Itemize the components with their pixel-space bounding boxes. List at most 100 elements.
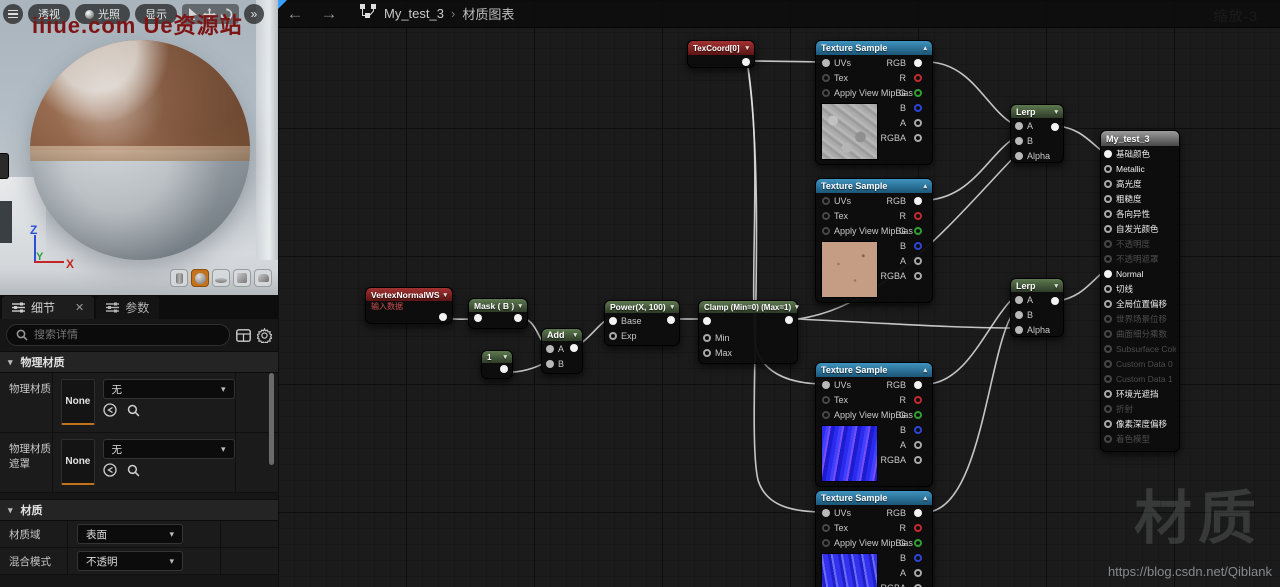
node-vertexnormalws[interactable]: VertexNormalWS▾ 输入数据 — [365, 287, 453, 324]
output-pin-g[interactable] — [914, 411, 922, 419]
chevron-down-icon[interactable]: ▾ — [444, 291, 448, 299]
input-pin-value[interactable] — [703, 317, 711, 325]
chevron-up-icon[interactable]: ▴ — [923, 494, 927, 502]
output-pin-r[interactable] — [914, 396, 922, 404]
breadcrumb-page[interactable]: 材质图表 — [462, 4, 514, 23]
output-pin-a[interactable] — [914, 257, 922, 265]
pin-specular[interactable] — [1104, 180, 1112, 188]
input-pin-tex[interactable] — [822, 212, 830, 220]
input-pin-mipbias[interactable] — [822, 539, 830, 547]
chevron-down-icon[interactable]: ▾ — [670, 303, 674, 311]
input-pin[interactable] — [474, 314, 482, 322]
input-pin-b[interactable] — [1015, 137, 1023, 145]
output-pin-rgba[interactable] — [914, 584, 922, 587]
node-texture-sample-2[interactable]: Texture Sample▴ UVs Tex Apply View MipBi… — [815, 178, 933, 303]
cube-preview-button[interactable] — [233, 269, 251, 287]
output-pin-g[interactable] — [914, 227, 922, 235]
material-domain-dropdown[interactable]: 表面▾ — [77, 524, 183, 544]
tab-parameters[interactable]: 参数 — [96, 296, 159, 319]
output-pin[interactable] — [570, 344, 578, 352]
asset-thumbnail[interactable]: None — [61, 379, 94, 425]
chevron-down-icon[interactable]: ▾ — [1054, 282, 1058, 290]
node-mask-b[interactable]: Mask ( B )▾ — [468, 298, 528, 329]
viewport-menu-button[interactable] — [3, 4, 23, 24]
output-pin[interactable] — [785, 316, 793, 324]
input-pin-a[interactable] — [1015, 122, 1023, 130]
input-pin-a[interactable] — [546, 345, 554, 353]
pin-pixel-depth-offset[interactable] — [1104, 420, 1112, 428]
input-pin-max[interactable] — [703, 349, 711, 357]
input-pin-uvs[interactable] — [822, 59, 830, 67]
pin-metallic[interactable] — [1104, 165, 1112, 173]
pin-tangent[interactable] — [1104, 285, 1112, 293]
node-clamp[interactable]: Clamp (Min=0) (Max=1)▾ Min Max — [698, 300, 798, 364]
details-scrollbar[interactable] — [269, 373, 274, 465]
output-pin[interactable] — [1051, 297, 1059, 305]
asset-dropdown[interactable]: 无▾ — [103, 439, 235, 459]
input-pin-mipbias[interactable] — [822, 89, 830, 97]
close-tab-icon[interactable]: ✕ — [75, 301, 84, 314]
pin-base-color[interactable] — [1104, 150, 1112, 158]
output-pin-rgba[interactable] — [914, 456, 922, 464]
custom-mesh-preview-button[interactable] — [254, 269, 272, 287]
output-pin[interactable] — [1051, 123, 1059, 131]
output-pin-a[interactable] — [914, 441, 922, 449]
pin-ambient-occlusion[interactable] — [1104, 390, 1112, 398]
blend-mode-dropdown[interactable]: 不透明▾ — [77, 551, 183, 571]
output-pin-a[interactable] — [914, 119, 922, 127]
browse-search-icon[interactable] — [127, 464, 140, 477]
browse-search-icon[interactable] — [127, 404, 140, 417]
chevron-down-icon[interactable]: ▾ — [518, 302, 522, 310]
input-pin-base[interactable] — [609, 317, 617, 325]
output-pin-rgb[interactable] — [914, 197, 922, 205]
input-pin-alpha[interactable] — [1015, 152, 1023, 160]
breadcrumb-material-name[interactable]: My_test_3 — [384, 6, 444, 21]
use-selected-icon[interactable] — [103, 463, 117, 477]
node-lerp-2[interactable]: Lerp▾ A B Alpha — [1010, 278, 1064, 337]
chevron-down-icon[interactable]: ▾ — [573, 331, 577, 339]
asset-thumbnail[interactable]: None — [61, 439, 94, 485]
node-constant-1[interactable]: 1▾ — [481, 350, 513, 379]
output-pin[interactable] — [514, 314, 522, 322]
input-pin-uvs[interactable] — [822, 509, 830, 517]
output-pin-rgba[interactable] — [914, 272, 922, 280]
gear-icon[interactable] — [257, 328, 272, 343]
toolbar-expand-button[interactable]: » — [244, 4, 264, 24]
asset-dropdown[interactable]: 无▾ — [103, 379, 235, 399]
pin-emissive[interactable] — [1104, 225, 1112, 233]
chevron-down-icon[interactable]: ▾ — [503, 353, 507, 361]
output-pin-rgba[interactable] — [914, 134, 922, 142]
chevron-down-icon[interactable]: ▾ — [745, 44, 749, 52]
input-pin-mipbias[interactable] — [822, 411, 830, 419]
chevron-down-icon[interactable]: ▾ — [795, 303, 799, 311]
input-pin-a[interactable] — [1015, 296, 1023, 304]
use-selected-icon[interactable] — [103, 403, 117, 417]
search-input[interactable] — [34, 329, 220, 341]
input-pin-tex[interactable] — [822, 396, 830, 404]
pin-anisotropy[interactable] — [1104, 210, 1112, 218]
node-material-output[interactable]: My_test_3 基础颜色 Metallic 高光度 粗糙度 各向异性 自发光… — [1100, 130, 1180, 452]
chevron-up-icon[interactable]: ▴ — [923, 366, 927, 374]
plane-preview-button[interactable] — [212, 269, 230, 287]
node-power[interactable]: Power(X, 100)▾ Base Exp — [604, 300, 680, 346]
sphere-preview-button[interactable] — [191, 269, 209, 287]
output-pin-rgb[interactable] — [914, 509, 922, 517]
node-texcoord[interactable]: TexCoord[0]▾ — [687, 40, 755, 68]
pin-roughness[interactable] — [1104, 195, 1112, 203]
input-pin-b[interactable] — [1015, 311, 1023, 319]
preview-viewport[interactable]: 透视 光照 显示 » iiiue.com Ue资源站 Z Y X — [0, 0, 278, 295]
output-pin-b[interactable] — [914, 554, 922, 562]
output-pin[interactable] — [500, 365, 508, 373]
collapsed-panel-tab[interactable] — [0, 153, 9, 179]
forward-arrow-icon[interactable]: → — [312, 4, 346, 24]
input-pin-exp[interactable] — [609, 332, 617, 340]
output-pin-a[interactable] — [914, 569, 922, 577]
search-box[interactable] — [6, 324, 230, 346]
chevron-down-icon[interactable]: ▾ — [1054, 108, 1058, 116]
pin-normal[interactable] — [1104, 270, 1112, 278]
output-pin-r[interactable] — [914, 74, 922, 82]
output-pin[interactable] — [667, 316, 675, 324]
input-pin-tex[interactable] — [822, 74, 830, 82]
input-pin-min[interactable] — [703, 334, 711, 342]
node-lerp-1[interactable]: Lerp▾ A B Alpha — [1010, 104, 1064, 163]
